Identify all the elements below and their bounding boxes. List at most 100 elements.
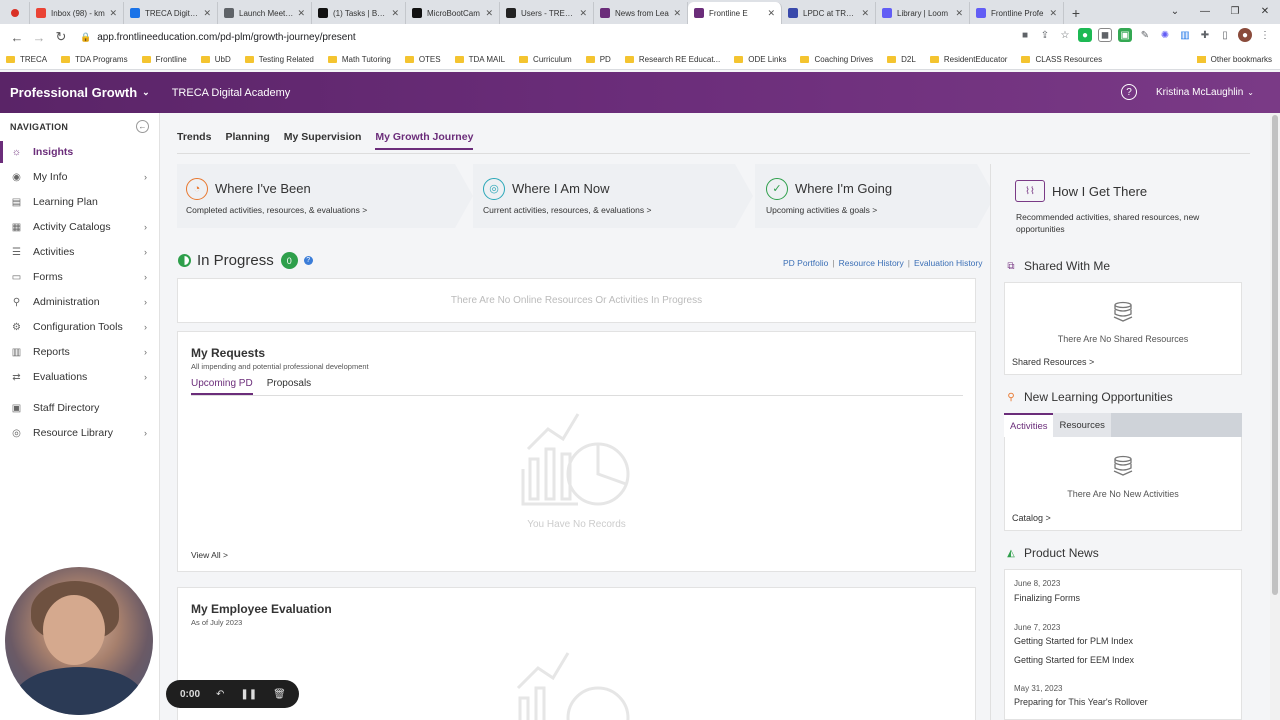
how-i-get-there[interactable]: ⌇⌇ How I Get There <box>1015 180 1147 202</box>
bookmark-item[interactable]: TRECA <box>6 55 47 64</box>
other-bookmarks[interactable]: Other bookmarks <box>1196 55 1272 64</box>
close-tab-icon[interactable]: ✕ <box>203 8 211 19</box>
resource-history-link[interactable]: Resource History <box>839 258 904 268</box>
sidebar-item-configuration-tools[interactable]: ⚙ Configuration Tools › <box>0 316 159 338</box>
close-tab-icon[interactable]: ✕ <box>297 8 305 19</box>
news-item[interactable]: Getting Started for PLM Index <box>1014 636 1133 646</box>
loom-icon[interactable]: ✺ <box>1158 28 1172 42</box>
url-field[interactable]: 🔒 app.frontlineeducation.com/pd-plm/grow… <box>80 32 356 43</box>
sidebar-item-my-info[interactable]: ◉ My Info › <box>0 166 159 188</box>
extension-icon[interactable]: ◼ <box>1098 28 1112 42</box>
bookmark-star-icon[interactable]: ☆ <box>1058 28 1072 42</box>
catalog-link[interactable]: Catalog > <box>1012 513 1051 523</box>
browser-tab[interactable]: Users - TRECA ✕ <box>500 2 594 24</box>
bookmark-item[interactable]: TDA Programs <box>61 55 128 64</box>
sidebar-item-learning-plan[interactable]: ▤ Learning Plan <box>0 191 159 213</box>
journey-step-going[interactable]: ✓ Where I'm Going Upcoming activities & g… <box>755 164 977 228</box>
close-tab-icon[interactable]: ✕ <box>955 8 963 19</box>
tab-search-icon[interactable]: ⌄ <box>1160 0 1190 22</box>
bookmark-item[interactable]: OTES <box>404 55 441 64</box>
bookmark-item[interactable]: Math Tutoring <box>327 55 391 64</box>
extension-icon[interactable]: ▥ <box>1178 28 1192 42</box>
tab-my-supervision[interactable]: My Supervision <box>284 131 362 150</box>
bookmark-item[interactable]: D2L <box>887 55 916 64</box>
reload-icon[interactable]: ↻ <box>50 26 72 48</box>
pause-icon[interactable]: ❚❚ <box>240 689 257 700</box>
bookmark-item[interactable]: Coaching Drives <box>800 55 873 64</box>
browser-recording-indicator[interactable] <box>0 2 30 24</box>
extension-icon[interactable]: ● <box>1078 28 1092 42</box>
webcam-bubble[interactable] <box>5 567 153 715</box>
close-window-icon[interactable]: ✕ <box>1250 0 1280 22</box>
page-scrollbar[interactable] <box>1270 113 1280 720</box>
browser-tab[interactable]: MicroBootCam ✕ <box>406 2 500 24</box>
avatar[interactable]: ● <box>1238 28 1252 42</box>
camera-icon[interactable]: ■ <box>1018 28 1032 42</box>
sidepanel-icon[interactable]: ▯ <box>1218 28 1232 42</box>
bookmark-item[interactable]: TDA MAIL <box>454 55 505 64</box>
news-item[interactable]: Getting Started for EEM Index <box>1014 655 1134 665</box>
close-tab-icon[interactable]: ✕ <box>861 8 869 19</box>
undo-icon[interactable]: ↶ <box>216 689 224 700</box>
bookmark-item[interactable]: Research RE Educat... <box>624 55 720 64</box>
tab-my-growth-journey[interactable]: My Growth Journey <box>375 131 474 150</box>
sidebar-item-forms[interactable]: ▭ Forms › <box>0 266 159 288</box>
scrollbar-thumb[interactable] <box>1272 115 1278 595</box>
pd-portfolio-link[interactable]: PD Portfolio <box>783 258 828 268</box>
close-tab-icon[interactable]: ✕ <box>767 8 775 19</box>
sidebar-item-staff-directory[interactable]: ▣ Staff Directory <box>0 397 159 419</box>
extension-icon[interactable]: ▣ <box>1118 28 1132 42</box>
browser-tab[interactable]: (1) Tasks | By p ✕ <box>312 2 406 24</box>
bookmark-item[interactable]: ODE Links <box>734 55 786 64</box>
puzzle-icon[interactable]: ✚ <box>1198 28 1212 42</box>
tab-proposals[interactable]: Proposals <box>267 378 311 395</box>
sidebar-item-reports[interactable]: ▥ Reports › <box>0 341 159 363</box>
close-tab-icon[interactable]: ✕ <box>485 8 493 19</box>
user-menu[interactable]: Kristina McLaughlin ⌄ <box>1156 87 1254 98</box>
evaluation-history-link[interactable]: Evaluation History <box>914 258 983 268</box>
restore-icon[interactable]: ❐ <box>1220 0 1250 22</box>
news-item[interactable]: Finalizing Forms <box>1014 593 1080 603</box>
back-icon[interactable]: ← <box>6 26 28 48</box>
browser-tab[interactable]: Launch Meeting ✕ <box>218 2 312 24</box>
browser-tab[interactable]: LPDC at TRECA ✕ <box>782 2 876 24</box>
bookmark-item[interactable]: PD <box>585 55 611 64</box>
collapse-sidebar-icon[interactable]: ← <box>136 120 149 133</box>
sidebar-item-evaluations[interactable]: ⇄ Evaluations › <box>0 366 159 388</box>
menu-dots-icon[interactable]: ⋮ <box>1258 28 1272 42</box>
bookmark-item[interactable]: Frontline <box>141 55 187 64</box>
browser-tab[interactable]: Inbox (98) - km ✕ <box>30 2 124 24</box>
sidebar-item-resource-library[interactable]: ◎ Resource Library › <box>0 422 159 444</box>
browser-tab[interactable]: Frontline Profe ✕ <box>970 2 1064 24</box>
news-item[interactable]: Preparing for This Year's Rollover <box>1014 697 1148 707</box>
forward-icon[interactable]: → <box>28 26 50 48</box>
journey-step-been[interactable]: ◔ Where I've Been Completed activities, r… <box>177 164 455 228</box>
bookmark-item[interactable]: ResidentEducator <box>929 55 1007 64</box>
trash-icon[interactable]: 🗑 <box>273 689 286 700</box>
close-tab-icon[interactable]: ✕ <box>579 8 587 19</box>
new-tab-button[interactable]: + <box>1064 2 1088 24</box>
bookmark-item[interactable]: Testing Related <box>244 55 314 64</box>
sidebar-item-insights[interactable]: ☼ Insights <box>0 141 159 163</box>
tab-resources[interactable]: Resources <box>1053 413 1111 437</box>
browser-tab[interactable]: Library | Loom ✕ <box>876 2 970 24</box>
close-tab-icon[interactable]: ✕ <box>1049 8 1057 19</box>
bookmark-item[interactable]: Curriculum <box>519 55 572 64</box>
journey-step-now[interactable]: ◎ Where I Am Now Current activities, reso… <box>473 164 735 228</box>
close-tab-icon[interactable]: ✕ <box>109 8 117 19</box>
shared-resources-link[interactable]: Shared Resources > <box>1012 357 1094 367</box>
sidebar-item-activities[interactable]: ☰ Activities › <box>0 241 159 263</box>
tab-activities[interactable]: Activities <box>1004 413 1054 437</box>
view-all-link[interactable]: View All > <box>191 550 228 560</box>
close-tab-icon[interactable]: ✕ <box>391 8 399 19</box>
tab-trends[interactable]: Trends <box>177 131 211 150</box>
browser-tab[interactable]: News from Lea ✕ <box>594 2 688 24</box>
browser-tab[interactable]: Frontline E ✕ <box>688 2 782 24</box>
browser-tab[interactable]: TRECA Digital A ✕ <box>124 2 218 24</box>
close-tab-icon[interactable]: ✕ <box>673 8 681 19</box>
minimize-icon[interactable]: — <box>1190 0 1220 22</box>
sidebar-item-administration[interactable]: ⚲ Administration › <box>0 291 159 313</box>
bookmark-item[interactable]: UbD <box>200 55 231 64</box>
bookmark-item[interactable]: CLASS Resources <box>1021 55 1102 64</box>
extension-icon[interactable]: ✎ <box>1138 28 1152 42</box>
